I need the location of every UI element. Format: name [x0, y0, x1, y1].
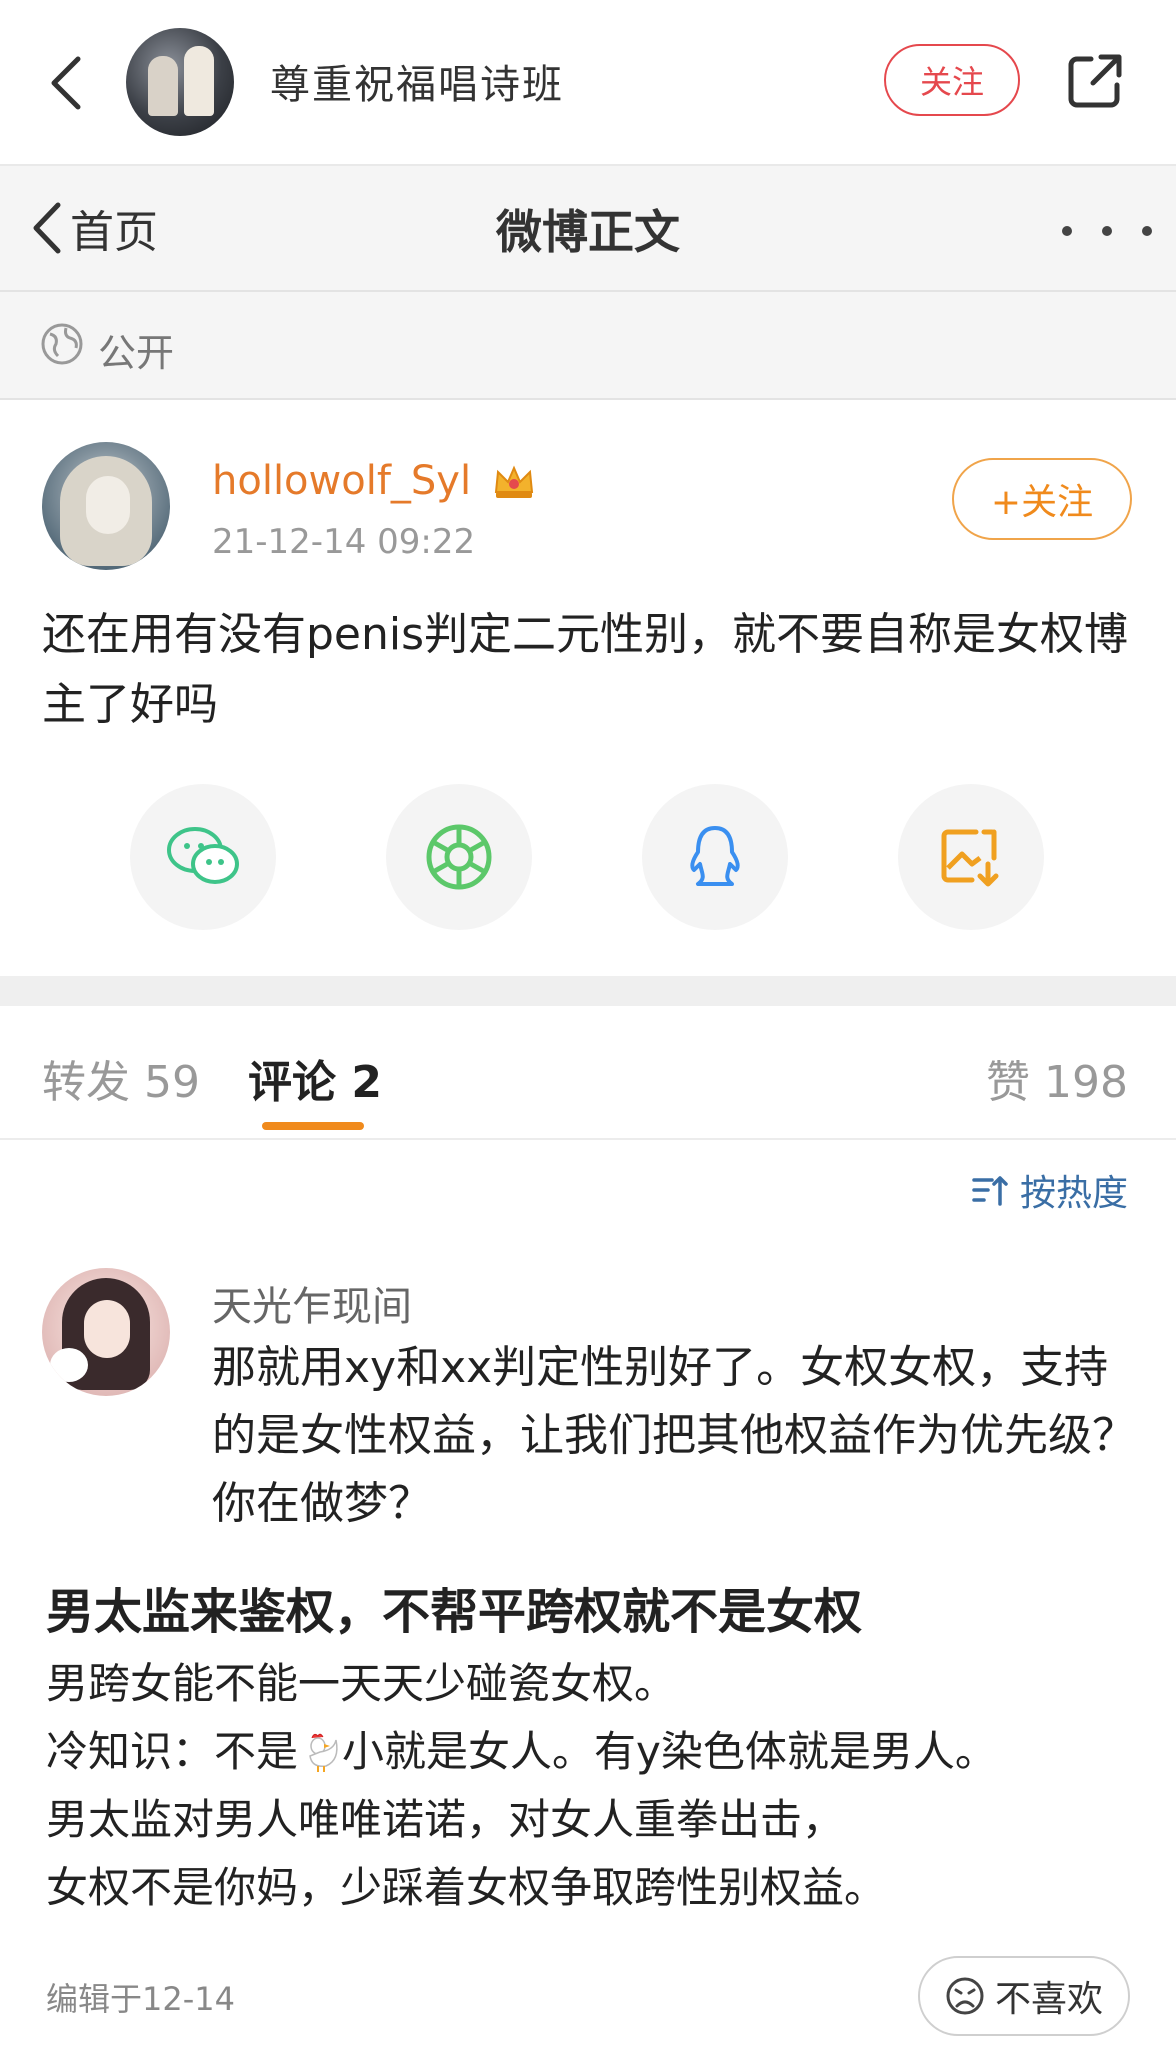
share-moments-button[interactable] — [386, 784, 532, 930]
more-dot-icon — [1062, 226, 1072, 236]
article-line-prefix: 冷知识：不是 — [46, 1727, 299, 1776]
share-row — [0, 784, 1176, 930]
account-name[interactable]: 尊重祝福唱诗班 — [270, 52, 564, 110]
sort-label: 按热度 — [1019, 1173, 1128, 1214]
tab-comments[interactable]: 评论 2 — [248, 1046, 382, 1110]
article-line: 男太监对男人唯唯诺诺，对女人重拳出击， — [46, 1795, 845, 1844]
share-wechat-button[interactable] — [130, 784, 276, 930]
active-tab-indicator — [262, 1122, 364, 1130]
post-text: 还在用有没有penis判定二元性别，就不要自称是女权博主了好吗 — [42, 609, 1129, 730]
more-button[interactable] — [1062, 216, 1152, 246]
poster-name[interactable]: hollowolf_Syl — [212, 458, 471, 504]
article-line: 冷知识：不是 小就是女人。有y染色体就是男人。 — [46, 1718, 1136, 1786]
poster-avatar[interactable] — [42, 442, 170, 570]
frown-face-icon — [946, 1977, 984, 2015]
dislike-button[interactable]: 不喜欢 — [918, 1956, 1130, 2036]
globe-icon — [41, 323, 83, 365]
more-dot-icon — [1142, 226, 1152, 236]
edited-label: 编辑于12-14 — [46, 1980, 235, 2018]
visibility-label: 公开 — [98, 331, 175, 375]
wechat-icon — [167, 827, 239, 884]
crown-badge-icon — [494, 465, 534, 498]
article-title: 男太监来鉴权，不帮平跨权就不是女权 — [46, 1584, 863, 1640]
commenter-name[interactable]: 天光乍现间 — [212, 1274, 412, 1332]
section-divider — [0, 976, 1176, 1006]
page-title: 微博正文 — [496, 205, 680, 259]
tab-likes[interactable]: 赞 198 — [986, 1046, 1128, 1110]
rooster-emoji-icon — [309, 1733, 338, 1772]
post-timestamp: 21-12-14 09:22 — [212, 522, 476, 562]
comment-text: 那就用xy和xx判定性别好了。女权女权，支持的是女性权益，让我们把其他权益作为优… — [212, 1342, 1136, 1529]
article-body: 男跨女能不能一天天少碰瓷女权。 冷知识：不是 小就是女人。有y染色体就是男人。 … — [46, 1650, 1136, 1922]
tab-reposts[interactable]: 转发 59 — [42, 1046, 200, 1110]
commenter-avatar[interactable] — [42, 1268, 170, 1396]
chevron-left-icon — [51, 56, 81, 110]
interaction-tabs: 转发 59 评论 2 赞 198 — [0, 1006, 1176, 1140]
more-dot-icon — [1102, 226, 1112, 236]
article-line: 男跨女能不能一天天少碰瓷女权。 — [46, 1659, 677, 1708]
back-button[interactable] — [36, 48, 96, 118]
dislike-label: 不喜欢 — [994, 1979, 1103, 2020]
follow-poster-button[interactable]: +关注 — [952, 458, 1132, 540]
sort-icon — [972, 1176, 1008, 1206]
external-share-icon — [1068, 54, 1122, 108]
post-card: hollowolf_Syl 21-12-14 09:22 +关注 还在用有没有p… — [0, 400, 1176, 974]
article-line-suffix: 小就是女人。有y染色体就是男人。 — [342, 1727, 997, 1776]
qq-icon — [690, 826, 740, 886]
follow-button[interactable]: 关注 — [884, 44, 1020, 116]
account-avatar[interactable] — [126, 28, 234, 136]
share-qq-button[interactable] — [642, 784, 788, 930]
nav-bar: 首页 微博正文 — [0, 166, 1176, 292]
moments-icon — [426, 824, 492, 890]
save-image-icon — [941, 829, 999, 887]
article-header: 尊重祝福唱诗班 关注 — [0, 0, 1176, 166]
article-line: 女权不是你妈，少踩着女权争取跨性别权益。 — [46, 1863, 887, 1912]
sort-button[interactable]: 按热度 — [970, 1162, 1128, 1218]
visibility-bar: 公开 — [0, 292, 1176, 400]
share-button[interactable] — [1060, 46, 1130, 116]
save-image-button[interactable] — [898, 784, 1044, 930]
